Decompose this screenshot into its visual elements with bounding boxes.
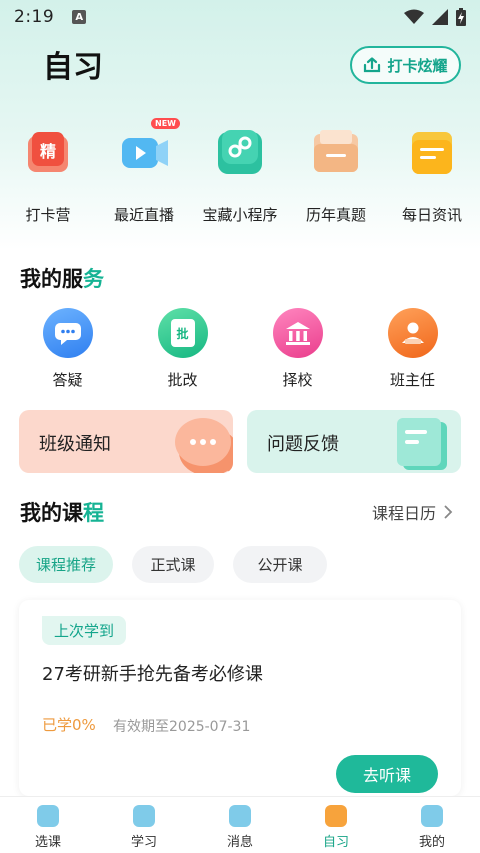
wifi-icon: [404, 9, 424, 24]
quick-item-label: 打卡营: [25, 206, 71, 224]
service-label: 择校: [282, 371, 313, 389]
service-item-qa[interactable]: 答疑: [23, 308, 113, 398]
services-title-accent: 务: [83, 267, 104, 291]
quick-item-camp[interactable]: 精 打卡营: [0, 118, 96, 228]
service-item-head-teacher[interactable]: 班主任: [368, 308, 458, 398]
page-title: 自习: [43, 50, 103, 85]
course-calendar-label: 课程日历: [372, 504, 437, 523]
nav-item-study[interactable]: 学习: [96, 797, 192, 853]
nav-item-select-course[interactable]: 选课: [0, 797, 96, 853]
notice-chat-icon: [175, 418, 233, 473]
select-course-icon: [37, 805, 59, 827]
courses-title-accent: 程: [83, 501, 104, 525]
tab-recommended[interactable]: 课程推荐: [19, 546, 113, 583]
news-icon: [404, 124, 460, 180]
course-title: 27考研新手抢先备考必修课: [42, 664, 263, 685]
quick-item-label: 宝藏小程序: [202, 206, 278, 224]
quick-item-label: 每日资讯: [401, 206, 462, 224]
school-building-icon: [272, 308, 323, 358]
tab-public-courses[interactable]: 公开课: [233, 546, 327, 583]
course-progress: 已学0%: [42, 716, 96, 734]
status-time: 2:19: [14, 7, 55, 27]
study-icon: [133, 805, 155, 827]
quick-item-mini-program[interactable]: 宝藏小程序: [192, 118, 288, 228]
service-row: 答疑 批 批改 择校 班主任: [0, 308, 480, 398]
nav-item-self-study[interactable]: 自习: [288, 797, 384, 853]
profile-icon: [421, 805, 443, 827]
status-bar: 2:19 A: [0, 0, 480, 34]
grading-icon-glyph: 批: [170, 319, 195, 347]
new-badge: NEW: [151, 118, 180, 129]
service-label: 答疑: [52, 371, 83, 389]
bottom-nav: 选课 学习 消息 自习 我的: [0, 796, 480, 853]
grading-icon: 批: [157, 308, 208, 358]
self-study-icon: [325, 805, 347, 827]
courses-title-main: 我的课: [20, 501, 83, 525]
tab-formal-courses[interactable]: 正式课: [132, 546, 214, 583]
live-video-icon: NEW: [116, 118, 180, 180]
share-upload-icon: [364, 57, 381, 73]
course-calendar-link[interactable]: 课程日历: [372, 500, 453, 524]
mini-program-icon: [212, 124, 268, 180]
course-expiry: 有效期至2025-07-31: [113, 719, 251, 735]
quick-item-live[interactable]: NEW 最近直播: [96, 118, 192, 228]
services-title-main: 我的服: [20, 267, 83, 291]
class-notice-label: 班级通知: [39, 434, 111, 455]
course-tabs: 课程推荐 正式课 公开课: [19, 546, 327, 583]
class-notice-card[interactable]: 班级通知: [19, 410, 233, 473]
go-listen-button[interactable]: 去听课: [336, 755, 438, 793]
checkin-share-label: 打卡炫耀: [387, 56, 448, 75]
camp-icon: 精: [20, 124, 76, 180]
nav-label: 选课: [34, 835, 61, 850]
camp-icon-glyph: 精: [39, 142, 56, 161]
quick-entry-row: 精 打卡营 NEW 最近直播 宝藏小程序 历年真题 每日资讯: [0, 118, 480, 228]
nav-label: 我的: [418, 835, 445, 850]
nav-item-messages[interactable]: 消息: [192, 797, 288, 853]
battery-icon: [456, 8, 466, 26]
messages-icon: [229, 805, 251, 827]
service-item-school-choice[interactable]: 择校: [253, 308, 343, 398]
feedback-label: 问题反馈: [267, 434, 339, 455]
feedback-card[interactable]: 问题反馈: [247, 410, 461, 473]
service-label: 班主任: [389, 371, 435, 389]
nav-label: 自习: [322, 835, 349, 850]
last-studied-badge: 上次学到: [42, 616, 127, 645]
quick-item-label: 最近直播: [113, 206, 174, 224]
nav-label: 学习: [130, 835, 157, 850]
signal-icon: [432, 9, 448, 25]
feedback-document-icon: [397, 418, 447, 470]
services-section-title: 我的服务: [20, 263, 104, 293]
chevron-right-icon: [444, 505, 453, 519]
nav-item-profile[interactable]: 我的: [384, 797, 480, 853]
checkin-share-button[interactable]: 打卡炫耀: [350, 46, 461, 84]
chat-bubble-icon: [42, 308, 93, 358]
nav-label: 消息: [226, 835, 253, 850]
service-item-grading[interactable]: 批 批改: [138, 308, 228, 398]
quick-item-daily-news[interactable]: 每日资讯: [384, 118, 480, 228]
quick-item-label: 历年真题: [305, 206, 366, 224]
quick-item-past-exams[interactable]: 历年真题: [288, 118, 384, 228]
notification-indicator: A: [72, 10, 87, 24]
course-card[interactable]: 上次学到 27考研新手抢先备考必修课 已学0% 有效期至2025-07-31 去…: [19, 600, 461, 796]
courses-section-title: 我的课程: [20, 497, 104, 527]
service-label: 批改: [167, 371, 198, 389]
exam-folder-icon: [308, 124, 364, 180]
teacher-icon: [387, 308, 438, 358]
